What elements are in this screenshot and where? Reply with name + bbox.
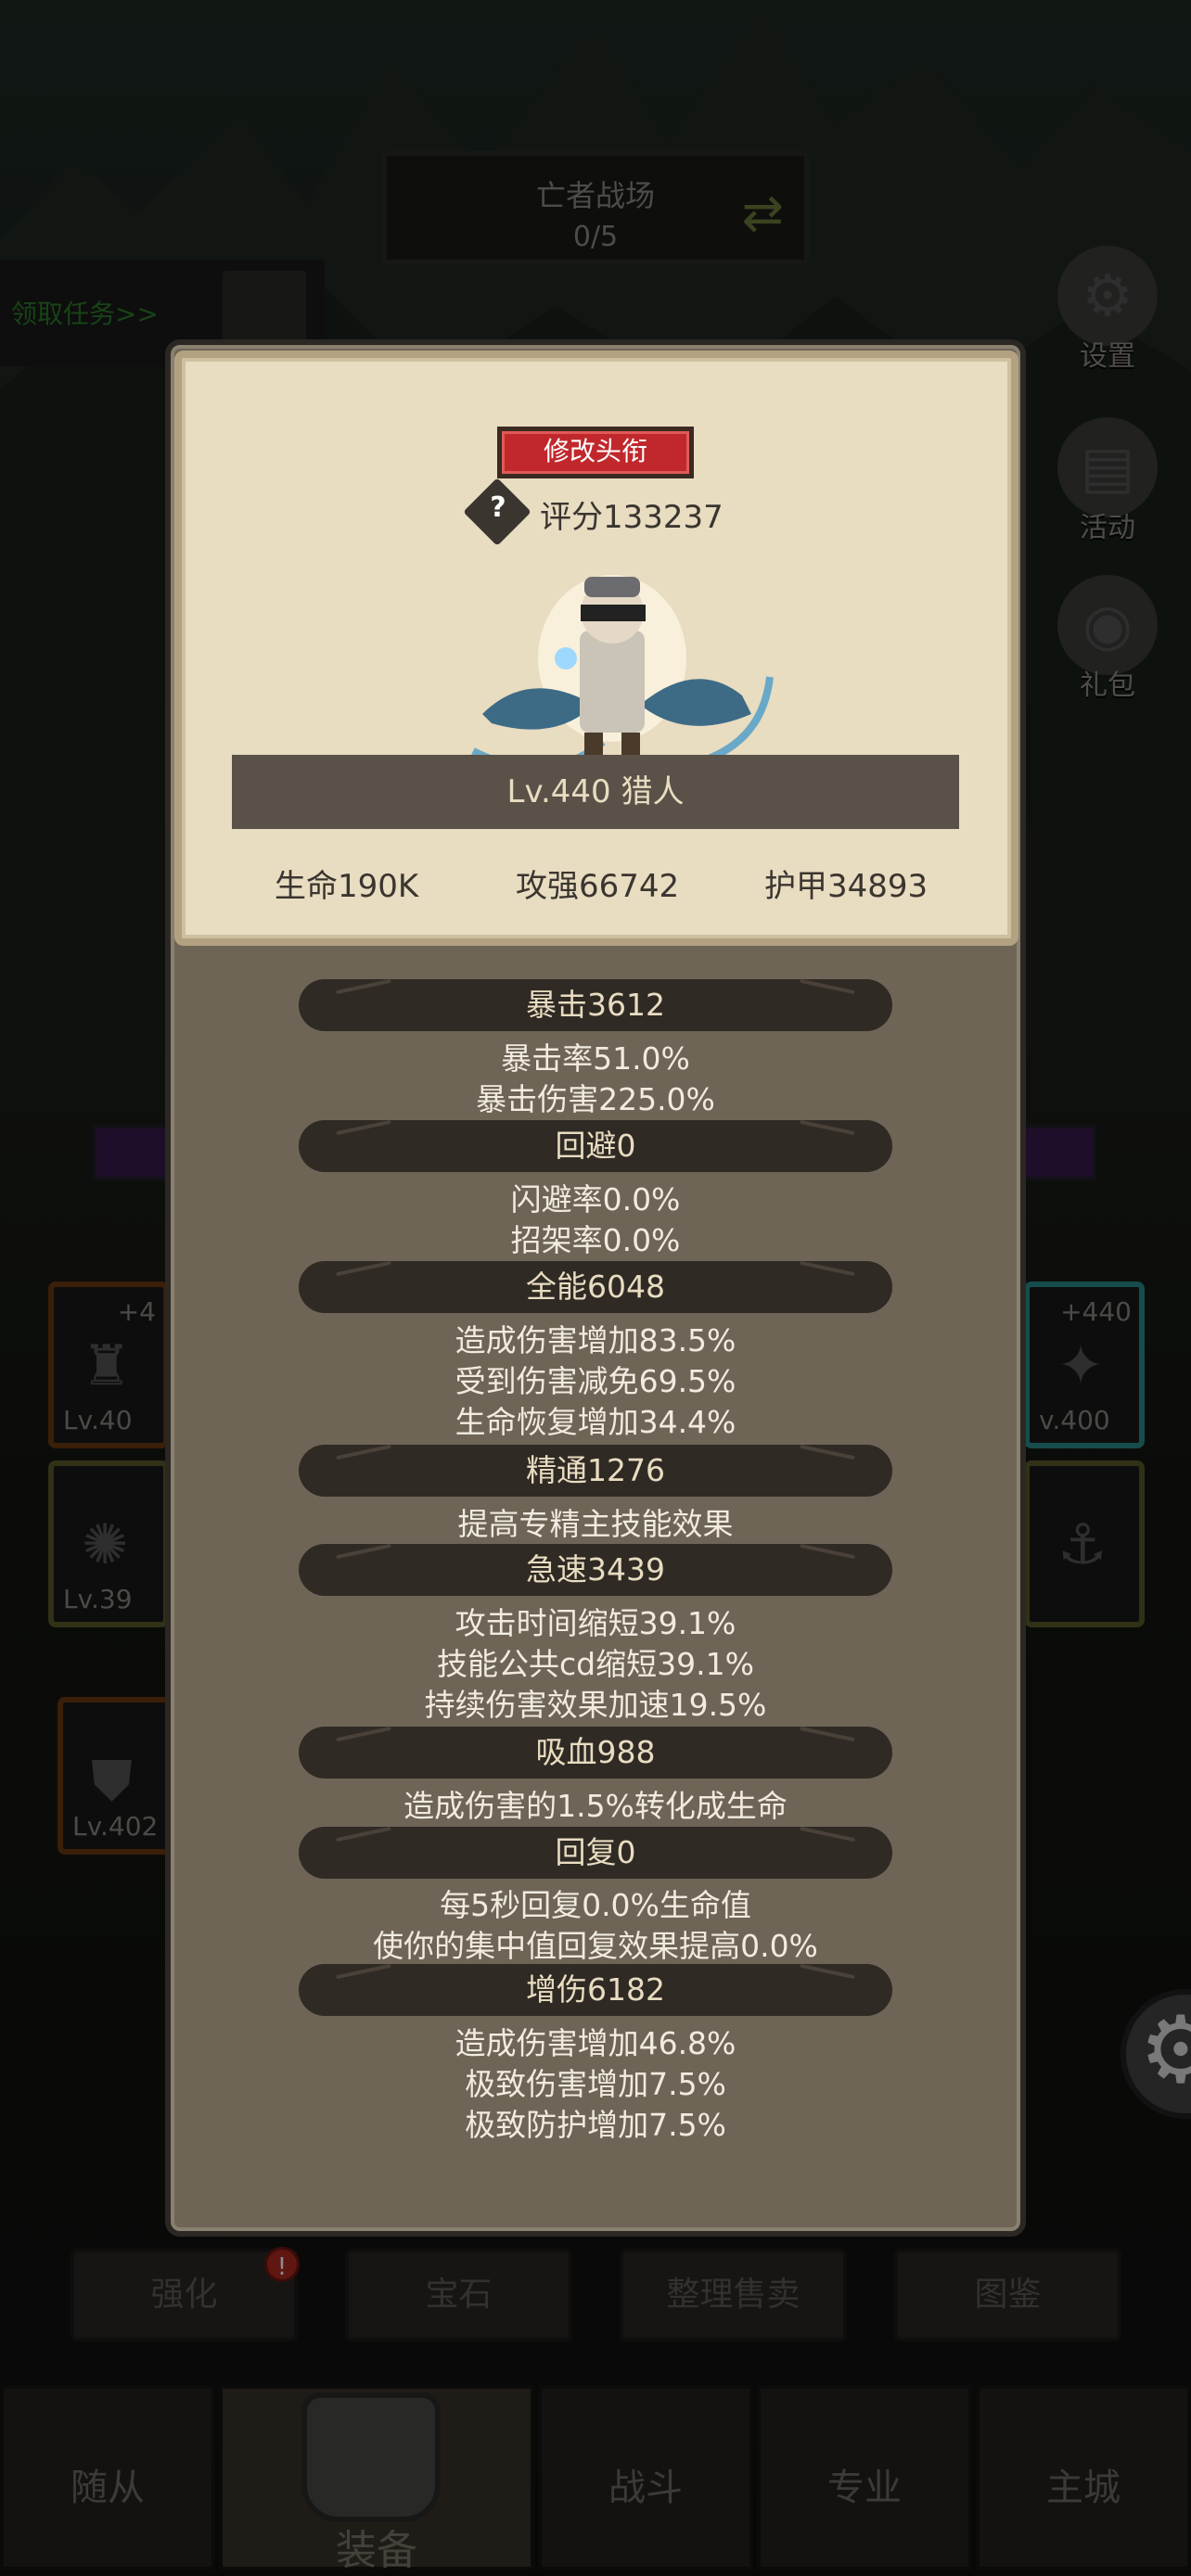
stat-line: 闪避率0.0% [510,1181,681,1218]
stat-line: 造成伤害增加46.8% [455,2025,736,2061]
stat-line: 造成伤害的1.5%转化成生命 [403,1788,788,1824]
attack-stat: 攻强66742 [516,868,680,905]
stat-line: 暴击率51.0% [501,1040,690,1077]
stat-header-avoidance: 回避0 [299,1120,892,1172]
armor-stat: 护甲34893 [764,868,928,905]
stat-line: 技能公共cd缩短39.1% [437,1646,754,1682]
stat-line: 极致伤害增加7.5% [465,2066,726,2102]
stat-line: 攻击时间缩短39.1% [455,1605,736,1641]
stat-line: 生命恢复增加34.4% [455,1404,736,1440]
stat-line: 持续伤害效果加速19.5% [424,1687,767,1723]
score-text: 评分133237 [540,499,724,536]
stat-header-damage-increase: 增伤6182 [299,1964,892,2016]
stat-header-mastery: 精通1276 [299,1445,892,1497]
stat-header-crit: 暴击3612 [299,979,892,1031]
stat-header-haste: 急速3439 [299,1544,892,1596]
stat-line: 受到伤害减免69.5% [455,1363,736,1399]
stat-header-leech: 吸血988 [299,1727,892,1779]
stat-line: 提高专精主技能效果 [457,1506,734,1542]
stat-line: 招架率0.0% [510,1222,681,1258]
change-title-button[interactable]: 修改头衔 [497,427,694,478]
level-class-bar: Lv.440 猎人 [232,755,959,829]
stat-line: 暴击伤害225.0% [476,1081,715,1117]
stat-line: 每5秒回复0.0%生命值 [440,1887,751,1923]
help-icon-glyph: ? [490,491,506,524]
stat-line: 使你的集中值回复效果提高0.0% [373,1928,818,1964]
stat-header-regen: 回复0 [299,1827,892,1879]
hp-stat: 生命190K [275,868,419,905]
stat-header-versatility: 全能6048 [299,1261,892,1313]
stat-line: 极致防护增加7.5% [465,2107,726,2143]
stat-line: 造成伤害增加83.5% [455,1322,736,1358]
